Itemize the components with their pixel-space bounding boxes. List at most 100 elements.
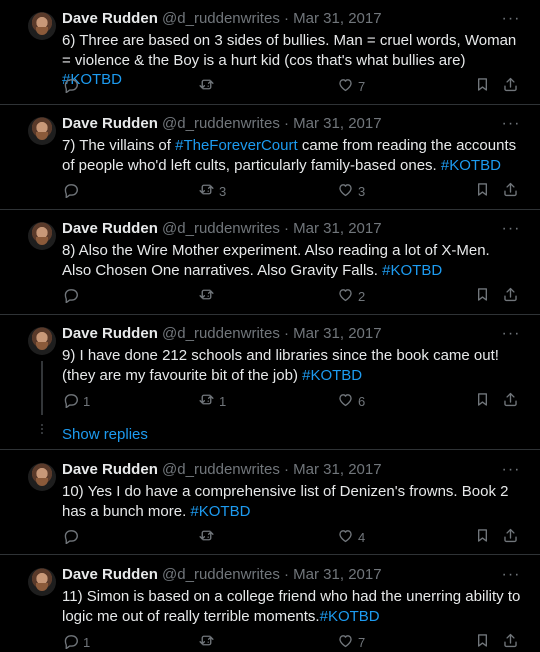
- more-options-icon[interactable]: ···: [500, 221, 522, 238]
- tweet-date[interactable]: Mar 31, 2017: [293, 461, 381, 478]
- like-button[interactable]: 6: [337, 391, 365, 411]
- tweet-date[interactable]: Mar 31, 2017: [293, 115, 381, 132]
- replie-count: 1: [83, 634, 91, 650]
- more-options-icon[interactable]: ···: [500, 567, 522, 584]
- hashtag-link[interactable]: #KOTBD: [382, 262, 442, 279]
- reply-button[interactable]: 1: [62, 391, 90, 411]
- like-count: 3: [358, 183, 366, 199]
- hashtag-link[interactable]: #KOTBD: [302, 367, 362, 384]
- more-options-icon[interactable]: ···: [500, 462, 522, 479]
- avatar[interactable]: [28, 463, 56, 491]
- tweet-date[interactable]: Mar 31, 2017: [293, 566, 381, 583]
- share-button[interactable]: [502, 181, 519, 201]
- share-button[interactable]: [502, 527, 519, 547]
- retweet-button[interactable]: [198, 632, 219, 652]
- author-handle[interactable]: @d_ruddenwrites: [162, 566, 280, 583]
- like-count: 4: [358, 529, 366, 545]
- author-name[interactable]: Dave Rudden: [62, 566, 158, 583]
- like-button[interactable]: 3: [337, 181, 365, 201]
- share-button[interactable]: [502, 286, 519, 306]
- separator-dot: ·: [284, 220, 289, 237]
- divider: [0, 449, 540, 450]
- reply-button[interactable]: [62, 286, 83, 306]
- hashtag-link[interactable]: #KOTBD: [320, 608, 380, 625]
- avatar[interactable]: [28, 117, 56, 145]
- reply-icon: [62, 76, 79, 96]
- tweet-date[interactable]: Mar 31, 2017: [293, 325, 381, 342]
- hashtag-link[interactable]: #KOTBD: [441, 157, 501, 174]
- author-handle[interactable]: @d_ruddenwrites: [162, 220, 280, 237]
- author-handle[interactable]: @d_ruddenwrites: [162, 461, 280, 478]
- share-icon: [502, 527, 519, 547]
- tweet-text: 9) I have done 212 schools and libraries…: [62, 346, 522, 385]
- share-icon: [502, 286, 519, 306]
- reply-icon: [62, 632, 79, 652]
- divider: [0, 554, 540, 555]
- bookmark-button[interactable]: [474, 632, 491, 652]
- tweet-text-segment: 9) I have done 212 schools and libraries…: [62, 347, 499, 384]
- tweet-text: 6) Three are based on 3 sides of bullies…: [62, 31, 522, 90]
- avatar[interactable]: [28, 568, 56, 596]
- share-icon: [502, 391, 519, 411]
- avatar[interactable]: [28, 327, 56, 355]
- retweet-button[interactable]: [198, 286, 219, 306]
- hashtag-link[interactable]: #KOTBD: [190, 503, 250, 520]
- author-name[interactable]: Dave Rudden: [62, 461, 158, 478]
- retweet-count: 1: [219, 393, 227, 409]
- bookmark-button[interactable]: [474, 391, 491, 411]
- like-button[interactable]: 7: [337, 76, 365, 96]
- replie-count: 1: [83, 393, 91, 409]
- more-options-icon[interactable]: ···: [500, 116, 522, 133]
- hashtag-link[interactable]: #TheForeverCourt: [175, 137, 298, 154]
- more-options-icon[interactable]: ···: [500, 326, 522, 343]
- author-handle[interactable]: @d_ruddenwrites: [162, 325, 280, 342]
- tweet-text-segment: 7) The villains of: [62, 137, 176, 154]
- author-name[interactable]: Dave Rudden: [62, 115, 158, 132]
- share-icon: [502, 632, 519, 652]
- tweet-date[interactable]: Mar 31, 2017: [293, 220, 381, 237]
- avatar[interactable]: [28, 12, 56, 40]
- share-button[interactable]: [502, 632, 519, 652]
- reply-icon: [62, 527, 79, 547]
- author-name[interactable]: Dave Rudden: [62, 325, 158, 342]
- author-handle[interactable]: @d_ruddenwrites: [162, 10, 280, 27]
- retweet-button[interactable]: [198, 527, 219, 547]
- reply-button[interactable]: [62, 76, 83, 96]
- bookmark-button[interactable]: [474, 527, 491, 547]
- like-button[interactable]: 7: [337, 632, 365, 652]
- reply-button[interactable]: 1: [62, 632, 90, 652]
- share-button[interactable]: [502, 391, 519, 411]
- retweet-icon: [198, 76, 215, 96]
- author-handle[interactable]: @d_ruddenwrites: [162, 115, 280, 132]
- bookmark-button[interactable]: [474, 76, 491, 96]
- tweet-header: Dave Rudden @d_ruddenwrites · Mar 31, 20…: [62, 461, 382, 478]
- bookmark-button[interactable]: [474, 286, 491, 306]
- show-replies-link[interactable]: Show replies: [62, 426, 148, 443]
- like-button[interactable]: 2: [337, 286, 365, 306]
- bookmark-icon: [474, 632, 491, 652]
- heart-icon: [337, 632, 354, 652]
- divider: [0, 104, 540, 105]
- bookmark-icon: [474, 181, 491, 201]
- retweet-button[interactable]: [198, 76, 219, 96]
- tweet-text: 7) The villains of #TheForeverCourt came…: [62, 136, 522, 175]
- reply-button[interactable]: [62, 181, 83, 201]
- bookmark-button[interactable]: [474, 181, 491, 201]
- share-button[interactable]: [502, 76, 519, 96]
- like-button[interactable]: 4: [337, 527, 365, 547]
- bookmark-icon: [474, 527, 491, 547]
- tweet-header: Dave Rudden @d_ruddenwrites · Mar 31, 20…: [62, 10, 382, 27]
- author-name[interactable]: Dave Rudden: [62, 220, 158, 237]
- author-name[interactable]: Dave Rudden: [62, 10, 158, 27]
- retweet-button[interactable]: 3: [198, 181, 226, 201]
- reply-button[interactable]: [62, 527, 83, 547]
- tweet-header: Dave Rudden @d_ruddenwrites · Mar 31, 20…: [62, 566, 382, 583]
- retweet-button[interactable]: 1: [198, 391, 226, 411]
- retweet-icon: [198, 391, 215, 411]
- tweet-text: 10) Yes I do have a comprehensive list o…: [62, 482, 522, 521]
- tweet-text-segment: 6) Three are based on 3 sides of bullies…: [62, 32, 517, 69]
- avatar[interactable]: [28, 222, 56, 250]
- bookmark-icon: [474, 391, 491, 411]
- tweet-date[interactable]: Mar 31, 2017: [293, 10, 381, 27]
- more-options-icon[interactable]: ···: [500, 11, 522, 28]
